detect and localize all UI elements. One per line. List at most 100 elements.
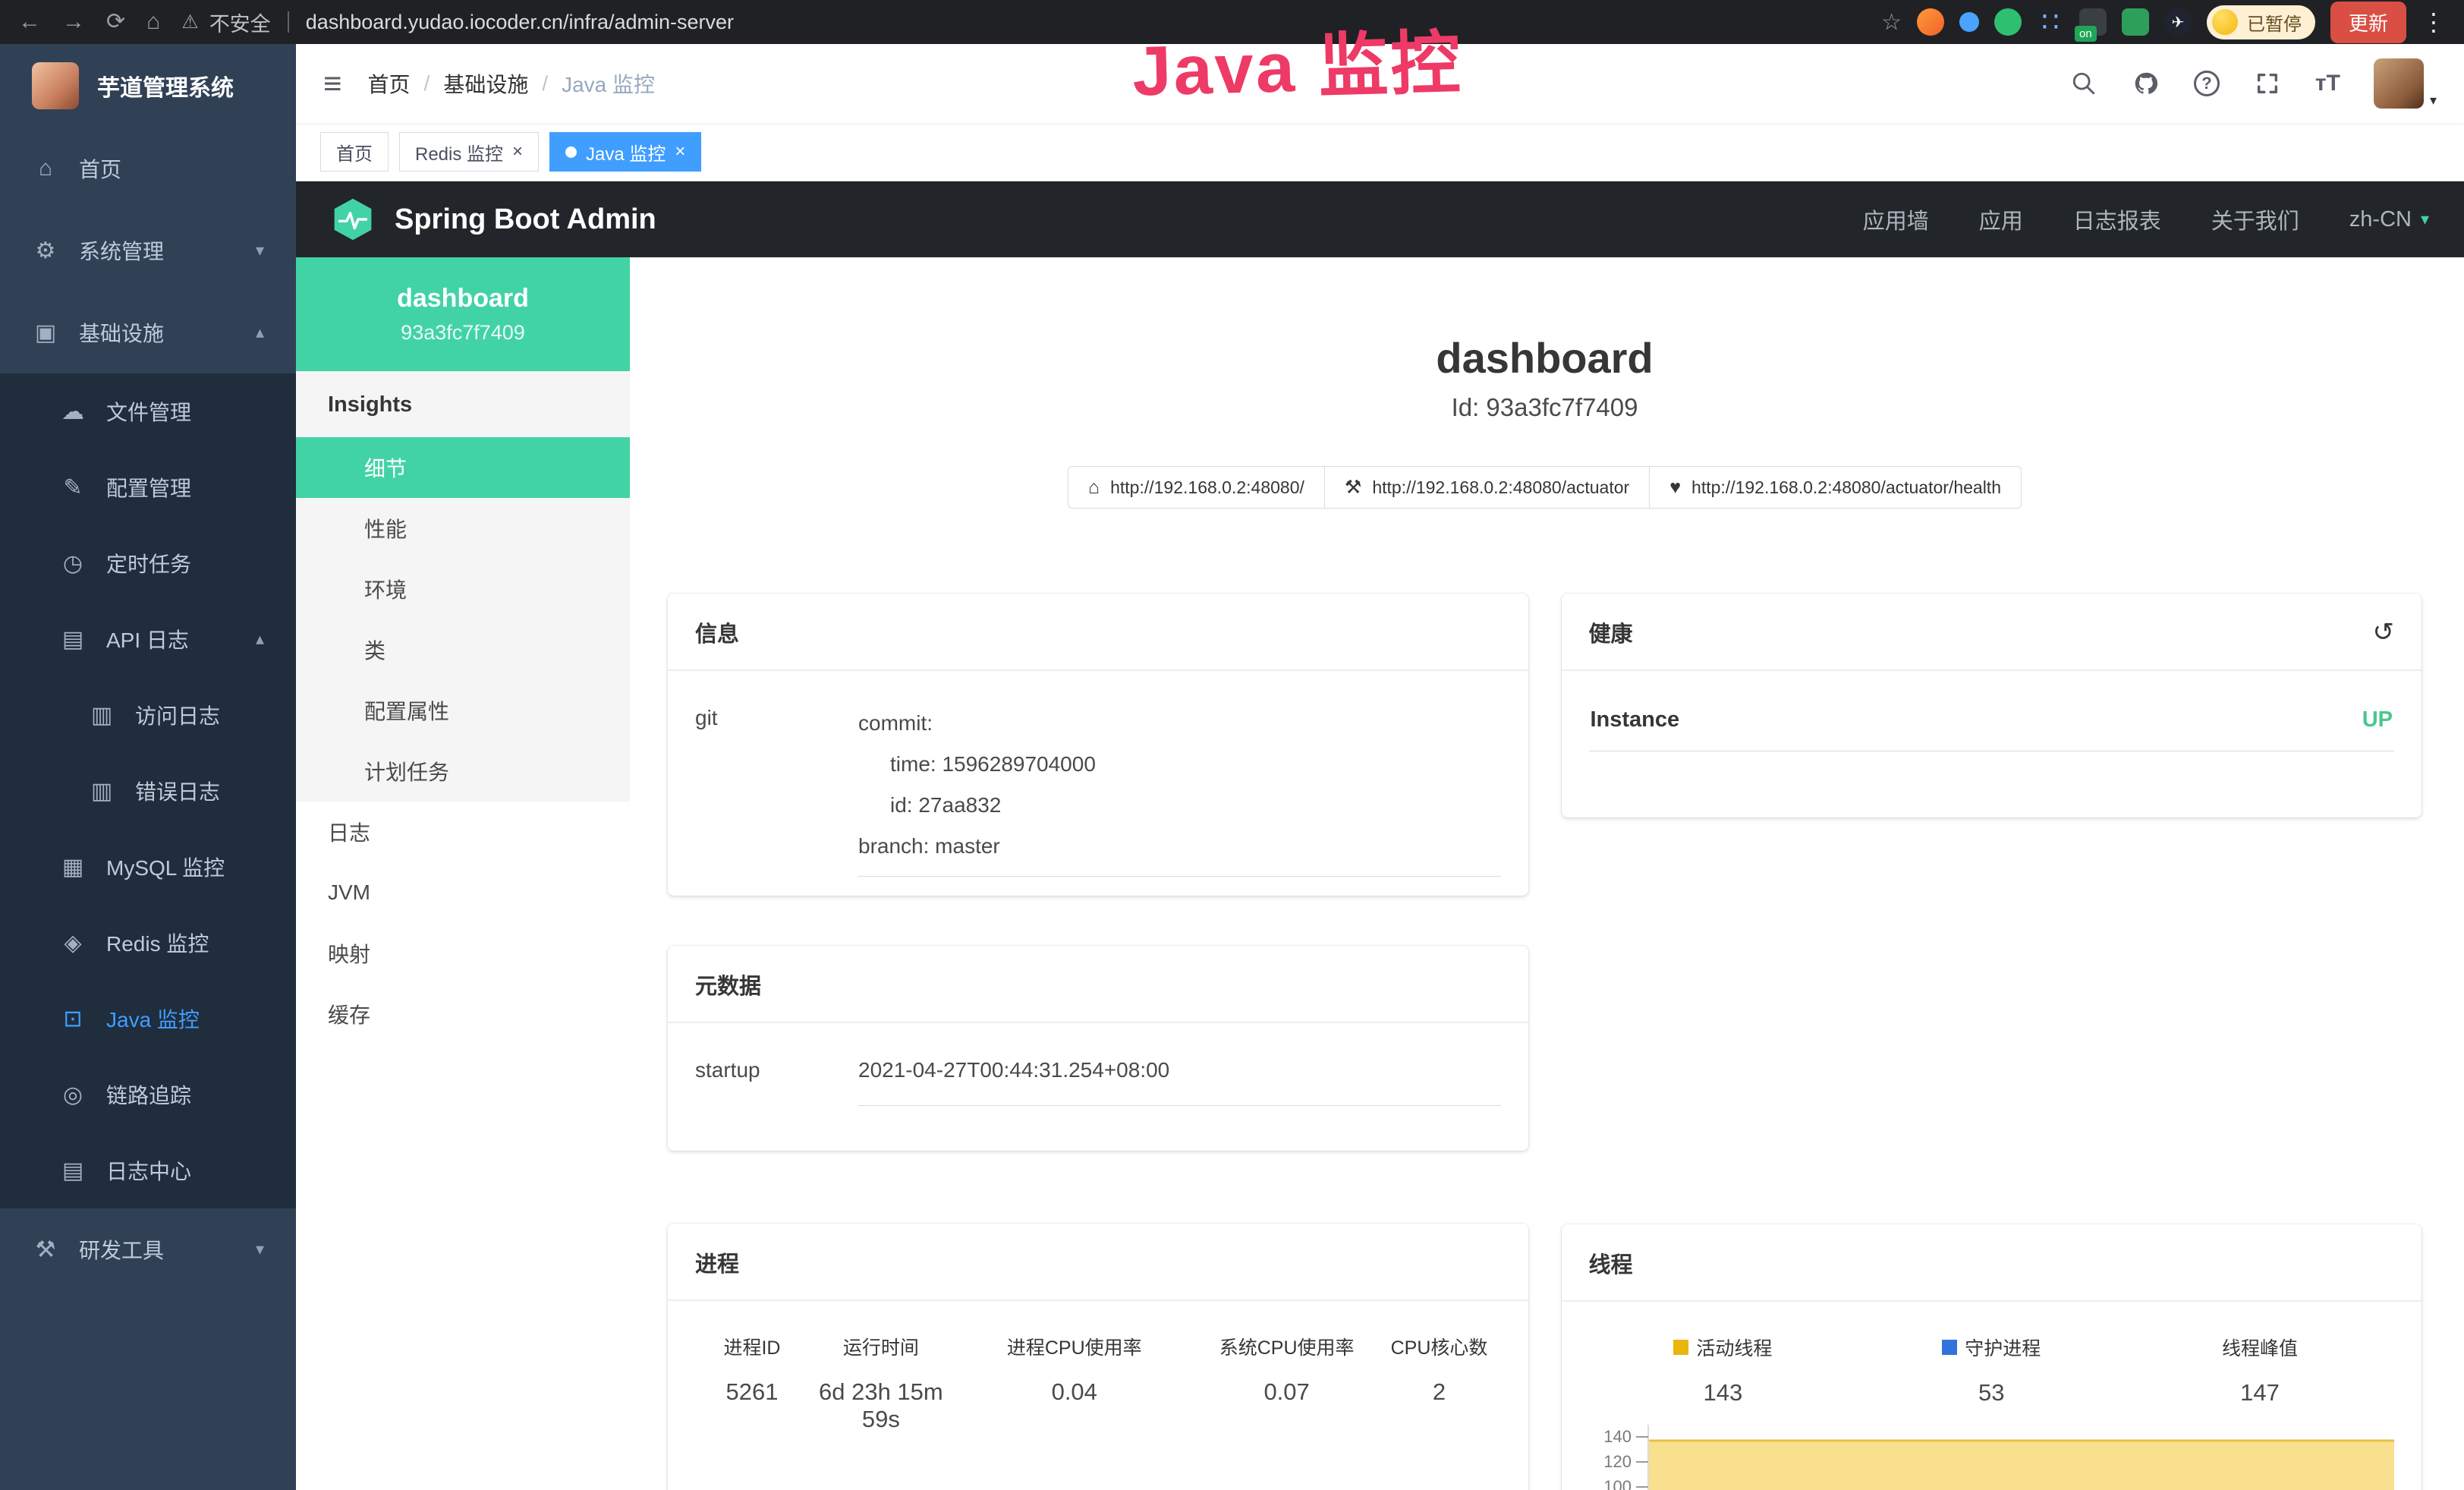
update-button[interactable]: 更新 [2330,2,2406,43]
colorzilla-icon[interactable] [1917,8,1944,36]
breadcrumb: 首页 / 基础设施 / Java 监控 [368,68,656,99]
sidebar-item-redis-monitor[interactable]: ◈ Redis 监控 [0,905,296,981]
sidebar-item-file-mgmt[interactable]: ☁ 文件管理 [0,373,296,449]
sba-nav-about[interactable]: 关于我们 [2211,203,2299,235]
forward-icon[interactable]: → [62,11,85,33]
sba-item-classes[interactable]: 类 [296,619,630,680]
health-url: http://192.168.0.2:48080/actuator/health [1691,477,2001,498]
sba-item-scheduled-tasks[interactable]: 计划任务 [296,741,630,802]
actuator-url-button[interactable]: ⚒ http://192.168.0.2:48080/actuator [1324,466,1650,509]
extension-cluster: ☆ ∷ on ✈ 已暂停 更新 ⋮ [1881,2,2446,43]
avatar [2374,58,2424,109]
hamburger-icon[interactable]: ≡ [323,65,342,102]
gear-icon: ⚙ [32,238,59,264]
sba-item-logs[interactable]: 日志 [296,802,630,862]
apps-grid-icon[interactable]: ∷ [2037,8,2064,36]
user-menu[interactable]: ▾ [2374,58,2437,109]
raindrop-icon[interactable] [1959,12,1979,32]
card-title: 健康 [1589,616,1633,648]
sidebar-item-label: 链路追踪 [106,1079,191,1110]
sba-item-environment[interactable]: 环境 [296,559,630,619]
paused-label: 已暂停 [2247,9,2302,36]
sba-item-details[interactable]: 细节 [296,437,630,498]
doc-icon: ▤ [59,626,87,653]
sidebar-item-tracing[interactable]: ◎ 链路追踪 [0,1057,296,1132]
github-icon[interactable] [2132,69,2160,98]
sidebar-item-log-center[interactable]: ▤ 日志中心 [0,1132,296,1208]
sidebar-item-home[interactable]: ⌂ 首页 [0,128,296,209]
search-icon[interactable] [2069,69,2098,98]
instance-links: ⌂ http://192.168.0.2:48080/ ⚒ http://192… [668,466,2422,509]
app-sidebar: 芋道管理系统 ⌂ 首页 ⚙ 系统管理 ▾ ▣ 基础设施 ▴ [0,44,296,1490]
close-icon[interactable]: × [675,143,685,161]
sba-item-caches[interactable]: 缓存 [296,984,630,1044]
sidebar-item-system[interactable]: ⚙ 系统管理 ▾ [0,209,296,291]
sidebar-item-label: MySQL 监控 [106,852,225,882]
close-icon[interactable]: × [512,143,523,161]
address-bar[interactable]: ⚠ 不安全 dashboard.yudao.iocoder.cn/infra/a… [181,8,734,37]
tag-label: Redis 监控 [415,139,503,165]
yuque-icon[interactable] [1994,8,2022,36]
process-col-header: CPU核心数 [1378,1333,1501,1360]
sidebar-item-scheduled-jobs[interactable]: ◷ 定时任务 [0,525,296,601]
sidebar-item-label: 研发工具 [79,1234,164,1265]
help-icon[interactable]: ? [2194,71,2220,96]
metadata-card: 元数据 startup 2021-04-27T00:44:31.254+08:0… [668,946,1528,1151]
breadcrumb-infra[interactable]: 基础设施 [443,68,528,99]
onetab-icon[interactable]: on [2079,8,2107,36]
sba-nav-journal[interactable]: 日志报表 [2073,203,2161,235]
sba-nav-applications[interactable]: 应用 [1979,203,2023,235]
sidebar-item-error-log[interactable]: ▥ 错误日志 [0,753,296,829]
font-size-icon[interactable]: тT [2315,71,2340,96]
sidebar-item-api-log[interactable]: ▤ API 日志 ▴ [0,601,296,677]
tag-home[interactable]: 首页 [320,132,389,172]
metadata-card-title: 元数据 [668,946,1528,1023]
sba-item-config-props[interactable]: 配置属性 [296,680,630,741]
sidebar-item-access-log[interactable]: ▥ 访问日志 [0,677,296,753]
process-col-header: 进程ID [695,1333,809,1360]
sba-item-mappings[interactable]: 映射 [296,923,630,984]
kebab-menu-icon[interactable]: ⋮ [2422,8,2446,36]
sidebar-item-config-mgmt[interactable]: ✎ 配置管理 [0,449,296,525]
active-threads-swatch [1673,1340,1688,1355]
reload-icon[interactable]: ⟳ [106,11,125,33]
tag-redis-monitor[interactable]: Redis 监控 × [399,132,539,172]
sidebar-item-mysql-monitor[interactable]: ▦ MySQL 监控 [0,829,296,905]
paper-plane-icon[interactable]: ✈ [2164,8,2192,36]
mysql-icon: ▦ [59,854,87,880]
timer-icon: ◷ [59,550,87,577]
locale-select[interactable]: zh-CN ▾ [2349,207,2429,232]
browser-home-icon[interactable]: ⌂ [146,11,160,33]
sidebar-item-label: Java 监控 [106,1003,200,1034]
sba-item-jvm[interactable]: JVM [296,862,630,923]
history-icon[interactable]: ↺ [2373,617,2395,647]
metadata-value: 2021-04-27T00:44:31.254+08:00 [858,1055,1501,1106]
legend-label: 线程峰值 [2222,1334,2298,1361]
sba-item-metrics[interactable]: 性能 [296,498,630,559]
java-monitor-icon: ⊡ [59,1006,87,1032]
sidebar-item-dev-tools[interactable]: ⚒ 研发工具 ▾ [0,1208,296,1290]
sidebar-item-java-monitor[interactable]: ⊡ Java 监控 [0,981,296,1057]
back-icon[interactable]: ← [18,11,41,33]
access-log-icon: ▥ [88,702,115,729]
leaf-icon[interactable] [2122,8,2149,36]
paused-badge[interactable]: 已暂停 [2207,5,2315,39]
threads-legend: 活动线程 143 守护进程 53 线程峰值 [1589,1334,2395,1407]
legend-value: 147 [2126,1379,2394,1407]
sidebar-item-infra[interactable]: ▣ 基础设施 ▴ [0,291,296,373]
bookmark-star-icon[interactable]: ☆ [1881,9,1902,36]
breadcrumb-home[interactable]: 首页 [368,68,411,99]
tag-java-monitor[interactable]: Java 监控 × [549,132,701,172]
fullscreen-icon[interactable] [2253,69,2282,98]
sba-sidebar: dashboard 93a3fc7f7409 Insights 细节 性能 环境… [296,257,630,1490]
active-dot [565,146,577,158]
instance-header[interactable]: dashboard 93a3fc7f7409 [296,257,630,371]
home-icon: ⌂ [32,156,59,181]
sba-nav-links: 应用墙 应用 日志报表 关于我们 zh-CN ▾ [1863,203,2429,235]
process-col-header: 运行时间 [809,1333,953,1360]
cloud-icon: ☁ [59,398,87,425]
health-url-button[interactable]: ♥ http://192.168.0.2:48080/actuator/heal… [1649,466,2022,509]
header-actions: ? тT ▾ [2069,58,2437,109]
sba-nav-wallboard[interactable]: 应用墙 [1863,203,1929,235]
service-url-button[interactable]: ⌂ http://192.168.0.2:48080/ [1068,466,1325,509]
